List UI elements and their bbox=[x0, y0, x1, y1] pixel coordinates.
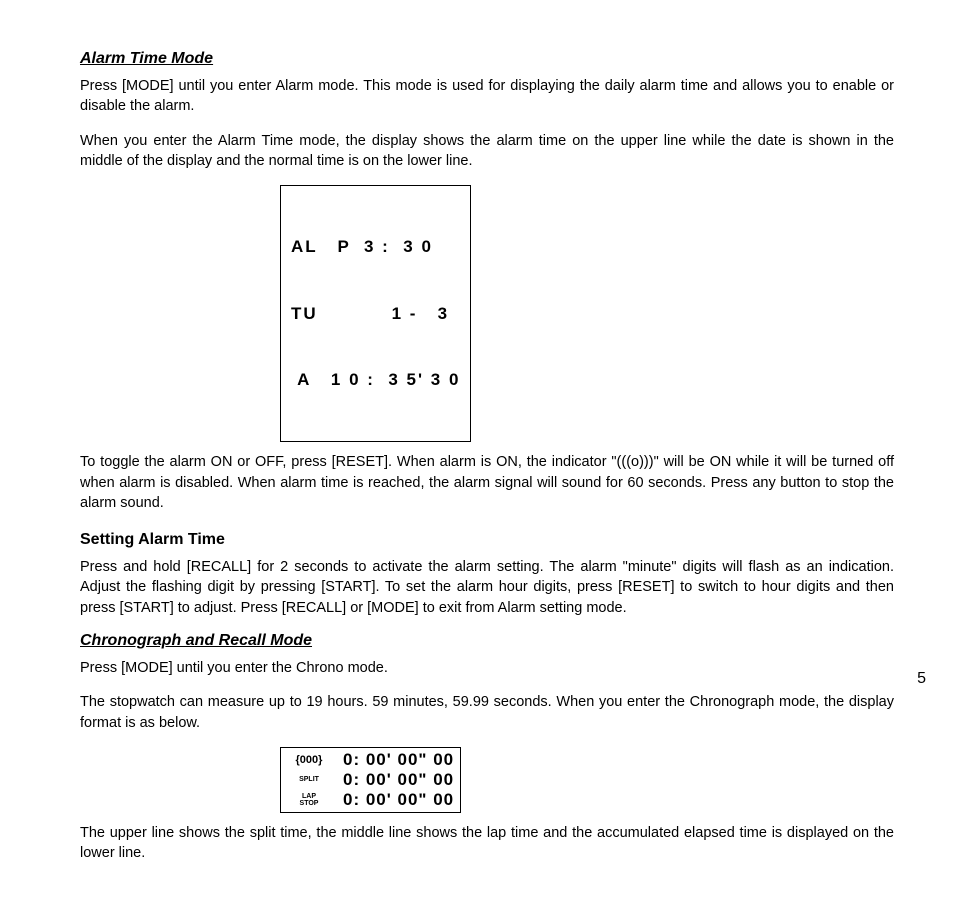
chrono-elapsed-value: 0: 00' 00" 00 bbox=[331, 790, 454, 810]
chrono-mode-heading: Chronograph and Recall Mode bbox=[80, 632, 894, 650]
chrono-split-label: SPLIT bbox=[287, 776, 331, 783]
chrono-counter-label: {000} bbox=[287, 754, 331, 766]
chrono-row-lap: SPLIT 0: 00' 00" 00 bbox=[287, 770, 454, 790]
alarm-mode-p1: Press [MODE] until you enter Alarm mode.… bbox=[80, 76, 894, 117]
chrono-display-example: {000} 0: 00' 00" 00 SPLIT 0: 00' 00" 00 … bbox=[280, 747, 461, 813]
chrono-lap-value: 0: 00' 00" 00 bbox=[331, 770, 454, 790]
chrono-mode-p2: The stopwatch can measure up to 19 hours… bbox=[80, 692, 894, 733]
alarm-display-line3: A 1 0 : 3 5' 3 0 bbox=[291, 369, 460, 391]
alarm-mode-p3: To toggle the alarm ON or OFF, press [RE… bbox=[80, 452, 894, 513]
chrono-mode-p1: Press [MODE] until you enter the Chrono … bbox=[80, 658, 894, 678]
chrono-row-split: {000} 0: 00' 00" 00 bbox=[287, 750, 454, 770]
setting-alarm-p1: Press and hold [RECALL] for 2 seconds to… bbox=[80, 557, 894, 618]
alarm-mode-p2: When you enter the Alarm Time mode, the … bbox=[80, 131, 894, 172]
chrono-mode-p3: The upper line shows the split time, the… bbox=[80, 823, 894, 864]
chrono-stop-label: STOP bbox=[300, 800, 319, 807]
chrono-split-value: 0: 00' 00" 00 bbox=[331, 750, 454, 770]
chrono-lap-stop-label: LAP STOP bbox=[287, 793, 331, 807]
manual-page: Alarm Time Mode Press [MODE] until you e… bbox=[0, 0, 954, 897]
alarm-display-example: AL P 3 : 3 0 TU 1 - 3 A 1 0 : 3 5' 3 0 bbox=[280, 185, 471, 442]
alarm-display-line2: TU 1 - 3 bbox=[291, 303, 460, 325]
setting-alarm-heading: Setting Alarm Time bbox=[80, 531, 894, 549]
chrono-lap-label: LAP bbox=[302, 793, 316, 800]
page-number: 5 bbox=[917, 670, 926, 688]
alarm-display-line1: AL P 3 : 3 0 bbox=[291, 236, 460, 258]
chrono-row-elapsed: LAP STOP 0: 00' 00" 00 bbox=[287, 790, 454, 810]
alarm-mode-heading: Alarm Time Mode bbox=[80, 50, 894, 68]
